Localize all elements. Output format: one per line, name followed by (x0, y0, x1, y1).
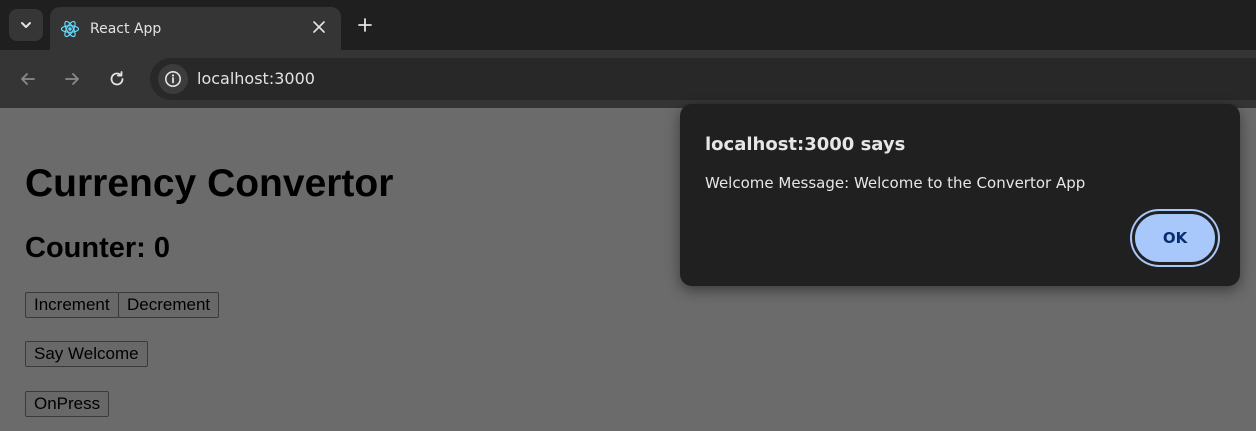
dialog-message: Welcome Message: Welcome to the Converto… (705, 174, 1086, 192)
onpress-button[interactable]: OnPress (25, 391, 110, 417)
reload-button[interactable] (103, 65, 131, 93)
tab-search-button[interactable] (9, 9, 43, 41)
browser-tab[interactable]: React App (50, 7, 341, 50)
dialog-title: localhost:3000 says (705, 134, 906, 155)
plus-icon (358, 18, 372, 32)
react-logo-icon (60, 20, 80, 37)
address-bar[interactable]: localhost:3000 (150, 58, 1256, 100)
browser-toolbar: localhost:3000 (0, 50, 1256, 108)
counter-heading: Counter: 0 (25, 232, 170, 264)
url-text[interactable]: localhost:3000 (197, 69, 315, 88)
decrement-button[interactable]: Decrement (118, 292, 220, 318)
increment-button[interactable]: Increment (25, 292, 119, 318)
back-button[interactable] (14, 65, 42, 93)
say-welcome-button[interactable]: Say Welcome (25, 341, 148, 367)
reload-icon (110, 71, 124, 86)
forward-button[interactable] (58, 65, 86, 93)
info-icon (165, 71, 181, 87)
site-info-button[interactable] (158, 64, 188, 94)
new-tab-button[interactable] (352, 12, 378, 38)
tab-bar: React App (0, 0, 1256, 50)
arrow-right-icon (65, 73, 79, 85)
ok-button[interactable]: OK (1132, 211, 1218, 265)
tab-close-button[interactable] (309, 17, 329, 37)
close-icon (313, 21, 325, 33)
arrow-left-icon (21, 73, 35, 85)
alert-dialog: localhost:3000 says Welcome Message: Wel… (680, 104, 1240, 286)
chevron-down-icon (21, 22, 31, 28)
tab-title: React App (90, 20, 162, 37)
page-title: Currency Convertor (25, 162, 394, 205)
